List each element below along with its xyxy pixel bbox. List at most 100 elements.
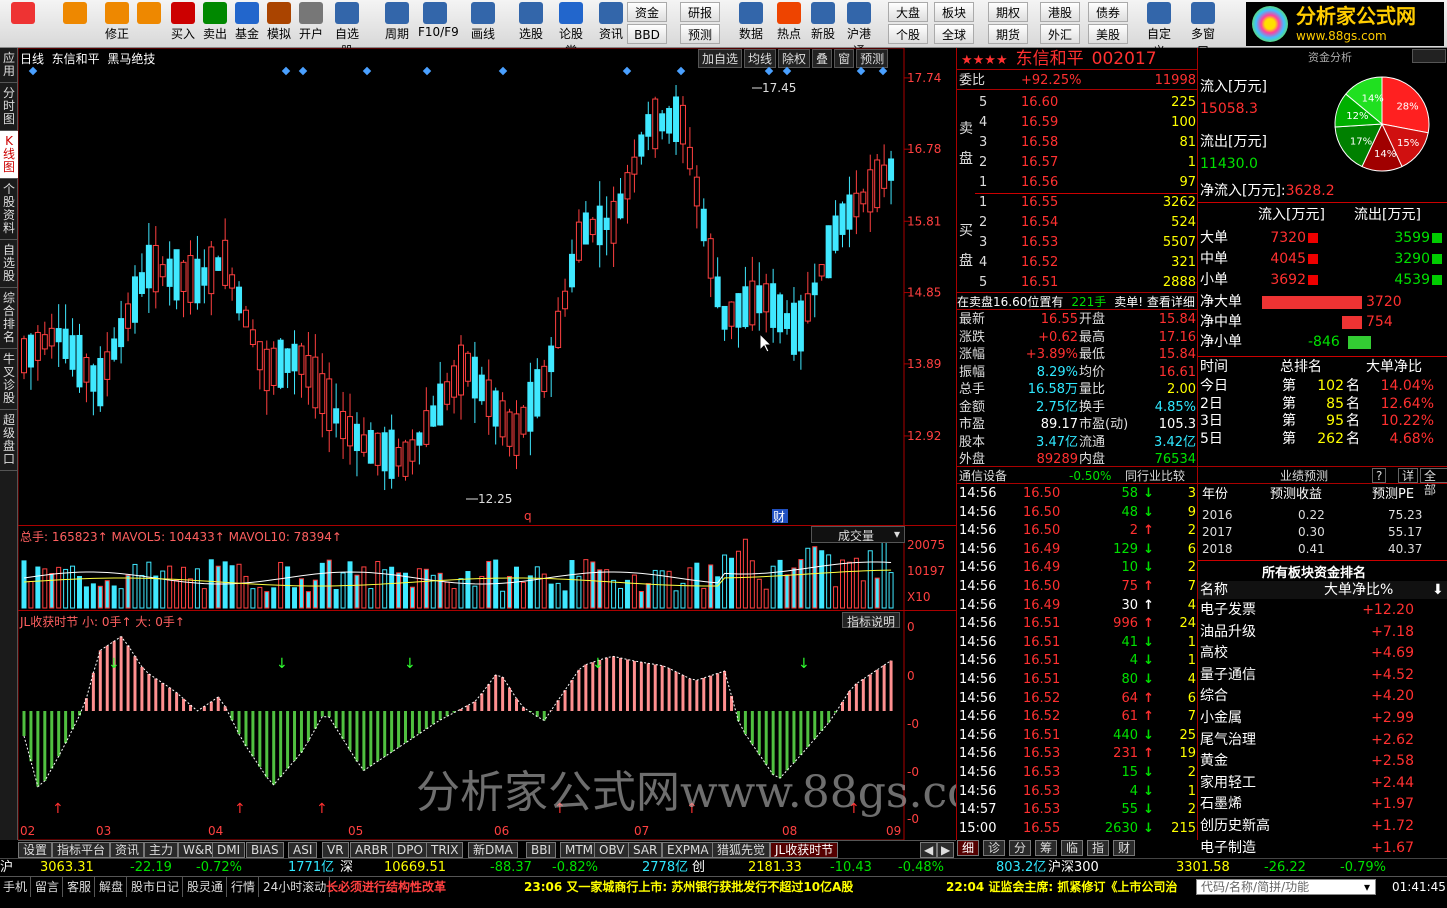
index-quote-field[interactable]: 3301.58 xyxy=(1176,859,1230,877)
indicator-tab[interactable]: ARBR xyxy=(350,842,394,858)
status-link[interactable]: 24小时滚动 xyxy=(260,877,331,897)
sector-col-ratio[interactable]: 大单净比% xyxy=(1324,581,1393,599)
toolbar-buy-button[interactable]: 买入 xyxy=(166,2,200,46)
indicator-tab[interactable]: MTM xyxy=(560,842,599,858)
left-tab[interactable]: K线图 xyxy=(0,131,18,179)
event-diamond-icon[interactable] xyxy=(498,66,508,76)
bid-row[interactable]: 3 16.53 5507 xyxy=(957,234,1198,252)
toolbar-hk-button[interactable]: 沪港通 xyxy=(842,2,876,58)
toolbar-news-button[interactable]: 资讯 xyxy=(594,2,628,46)
toolbar-forum-button[interactable]: 论股堂 xyxy=(554,2,588,58)
toolbar-sell-button[interactable]: 卖出 xyxy=(198,2,232,46)
toolbar-back-arrow-button[interactable] xyxy=(58,2,92,46)
toolbar-new-button[interactable]: 新股 xyxy=(806,2,840,46)
toolbar-small-button[interactable]: 外汇 xyxy=(1040,24,1080,44)
index-quote-field[interactable]: 沪 xyxy=(0,859,13,877)
indicator-help-button[interactable]: 指标说明 xyxy=(842,612,901,629)
toolbar-sync-button[interactable]: 修正 xyxy=(100,2,134,46)
toolbar-fund-button[interactable]: 基金 xyxy=(230,2,264,46)
index-quote-field[interactable]: 沪深300 xyxy=(1048,859,1099,877)
bid-row[interactable]: 4 16.52 321 xyxy=(957,254,1198,272)
sector-row[interactable]: 电子发票 +12.20 xyxy=(1198,601,1447,619)
toolbar-hammer-button[interactable]: 模拟 xyxy=(262,2,296,46)
q-marker[interactable]: q xyxy=(524,509,532,523)
event-diamond-icon[interactable] xyxy=(298,66,308,76)
event-diamond-icon[interactable] xyxy=(764,66,774,76)
status-link[interactable]: 股市日记 xyxy=(128,877,184,897)
event-diamond-icon[interactable] xyxy=(362,66,372,76)
index-quote-field[interactable]: -0.72% xyxy=(196,859,242,877)
event-diamond-icon[interactable] xyxy=(28,66,38,76)
index-quote-field[interactable]: -0.82% xyxy=(552,859,598,877)
industry-compare-button[interactable]: 同行业比较 xyxy=(1125,467,1185,485)
toolbar-custom-button[interactable]: 自定义 xyxy=(1142,2,1176,58)
toolbar-small-button[interactable]: 期货 xyxy=(988,24,1028,44)
panel-menu-button[interactable] xyxy=(1412,49,1446,63)
scroll-left-icon[interactable]: ◀ xyxy=(920,842,938,858)
event-diamond-icon[interactable] xyxy=(622,66,632,76)
indicator-tab[interactable]: ASI xyxy=(288,842,318,858)
indicator-tab[interactable]: BIAS xyxy=(246,842,284,858)
ask-row[interactable]: 2 16.57 1 xyxy=(957,154,1198,172)
toolbar-small-button[interactable]: 个股 xyxy=(888,24,928,44)
index-quote-field[interactable]: 10669.51 xyxy=(384,859,446,877)
index-quote-field[interactable]: -88.37 xyxy=(490,859,532,877)
index-quote-field[interactable]: 803.2亿 xyxy=(996,859,1046,877)
left-tab[interactable]: 自选股 xyxy=(0,240,18,288)
indicator-tab[interactable]: VR xyxy=(322,842,349,858)
indicator-tab[interactable]: 主力 xyxy=(144,842,179,858)
left-tab[interactable]: 分时图 xyxy=(0,83,18,131)
toolbar-small-button[interactable]: 美股 xyxy=(1088,24,1128,44)
index-quote-field[interactable]: 创 xyxy=(692,859,705,877)
index-quote-field[interactable]: -10.43 xyxy=(830,859,872,877)
ask-row[interactable]: 3 16.58 81 xyxy=(957,134,1198,152)
event-diamond-icon[interactable] xyxy=(676,66,686,76)
finance-marker[interactable]: 财 xyxy=(773,510,785,524)
forecast-button[interactable]: ? xyxy=(1372,468,1387,483)
status-link[interactable]: 客服 xyxy=(64,877,96,897)
toolbar-f10-button[interactable]: F10/F9 xyxy=(418,2,459,46)
status-link[interactable]: 手机 xyxy=(0,877,32,897)
event-diamond-icon[interactable] xyxy=(878,66,888,76)
toolbar-pen-button[interactable]: 画线 xyxy=(466,2,500,46)
sector-row[interactable]: 综合 +4.20 xyxy=(1198,687,1447,705)
index-quote-field[interactable]: 2181.33 xyxy=(748,859,802,877)
toolbar-small-button[interactable]: 板块 xyxy=(934,2,974,22)
bid-row[interactable]: 2 16.54 524 xyxy=(957,214,1198,232)
sort-down-icon[interactable]: ⬇ xyxy=(1432,581,1444,599)
sector-row[interactable]: 电子制造 +1.67 xyxy=(1198,839,1447,857)
tick-tab[interactable]: 临 xyxy=(1061,840,1084,856)
event-diamond-icon[interactable] xyxy=(422,66,432,76)
search-dropdown-icon[interactable]: ▾ xyxy=(1364,879,1370,895)
index-quote-field[interactable]: 3063.31 xyxy=(40,859,94,877)
news-ticker-item[interactable]: 22:04 证监会主席: 抓紧修订《上市公司治 xyxy=(946,877,1177,897)
ask-row[interactable]: 1 16.56 97 xyxy=(957,174,1198,192)
event-diamond-icon[interactable] xyxy=(281,66,291,76)
toolbar-small-button[interactable]: 债券 xyxy=(1088,2,1128,22)
sector-row[interactable]: 创历史新高 +1.72 xyxy=(1198,817,1447,835)
toolbar-screen-button[interactable]: 选股 xyxy=(514,2,548,46)
tick-tab[interactable]: 指 xyxy=(1087,840,1110,856)
status-link[interactable]: 留言 xyxy=(32,877,64,897)
status-link[interactable]: 解盘 xyxy=(96,877,128,897)
sector-row[interactable]: 油品升级 +7.18 xyxy=(1198,623,1447,641)
order-notice[interactable]: 在卖盘16.60位置有 221手 卖单! 查看详细 xyxy=(957,292,1198,310)
indicator-tab[interactable]: 资讯 xyxy=(110,842,145,858)
sector-row[interactable]: 石墨烯 +1.97 xyxy=(1198,795,1447,813)
event-diamond-icon[interactable] xyxy=(856,66,866,76)
sector-row[interactable]: 黄金 +2.58 xyxy=(1198,752,1447,770)
sector-row[interactable]: 小金属 +2.99 xyxy=(1198,709,1447,727)
bid-row[interactable]: 5 16.51 2888 xyxy=(957,274,1198,292)
toolbar-clock-button[interactable]: 周期 xyxy=(380,2,414,46)
toolbar-small-button[interactable]: 期权 xyxy=(988,2,1028,22)
toolbar-small-button[interactable]: 大盘 xyxy=(888,2,928,22)
left-tab[interactable]: 应用 xyxy=(0,48,18,83)
indicator-tab[interactable]: 设置 xyxy=(18,842,53,858)
toolbar-lock-button[interactable]: 开户 xyxy=(294,2,328,46)
index-quote-field[interactable]: -0.79% xyxy=(1340,859,1386,877)
kline-chart-area[interactable]: 日线 东信和平 黑马绝技 加自选 均线 除权叠窗预测 17.74 16.78 15.81… xyxy=(18,48,1015,840)
forecast-button[interactable]: 详 xyxy=(1398,468,1419,483)
toolbar-small-button[interactable]: 研报 xyxy=(680,2,720,22)
toolbar-windows-multi-button[interactable]: 多窗口 xyxy=(1186,2,1220,58)
index-quote-field[interactable]: -26.22 xyxy=(1264,859,1306,877)
